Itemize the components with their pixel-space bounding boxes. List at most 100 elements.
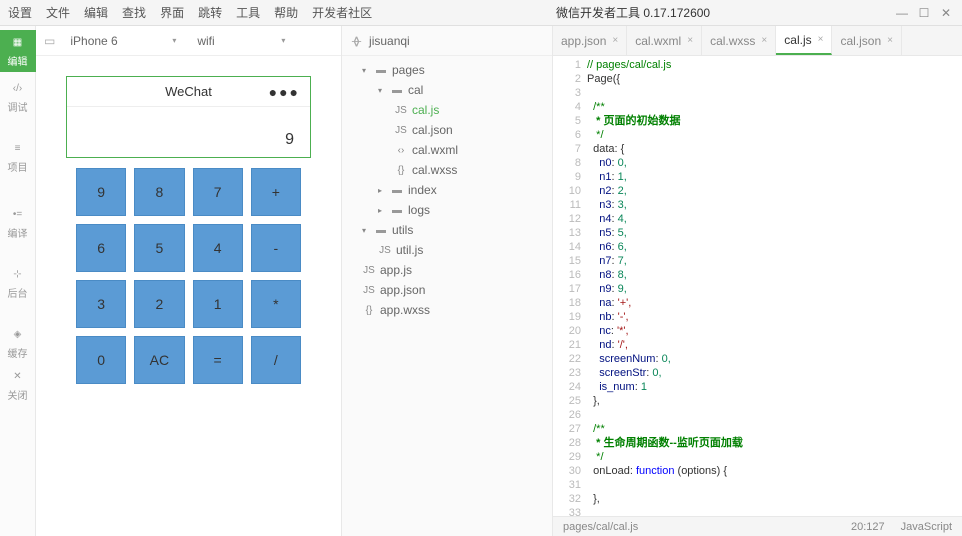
maximize-button[interactable]: ☐ [916, 5, 932, 21]
tree-item-pages[interactable]: ▾▬pages [342, 60, 552, 80]
calc-btn-+[interactable]: + [251, 168, 301, 216]
sidebar-btn-项目[interactable]: ≡项目 [0, 136, 36, 178]
window-controls: — ☐ ✕ [894, 5, 954, 21]
tree-item-cal.wxss[interactable]: {} cal.wxss [342, 160, 552, 180]
calc-btn-3[interactable]: 3 [76, 280, 126, 328]
editor-tab-app.json[interactable]: app.json × [553, 26, 627, 55]
close-icon[interactable]: × [687, 35, 693, 46]
tree-arrow-icon: ▸ [378, 206, 386, 215]
calc-btn-AC[interactable]: AC [134, 336, 184, 384]
editor-tab-cal.js[interactable]: cal.js× [776, 26, 832, 55]
tree-header: ᚖ jisuanqi [342, 26, 552, 56]
tree-item-cal.js[interactable]: JScal.js [342, 100, 552, 120]
tree-label: utils [392, 223, 413, 237]
tree-arrow-icon: ▾ [362, 66, 370, 75]
calc-btn-5[interactable]: 5 [134, 224, 184, 272]
menu-item[interactable]: 编辑 [84, 4, 108, 21]
close-icon[interactable]: × [761, 35, 767, 46]
tree-item-utils[interactable]: ▾▬utils [342, 220, 552, 240]
menu-item[interactable]: 开发者社区 [312, 4, 372, 21]
chevron-down-icon: ▾ [281, 36, 285, 45]
sidebar-icon: •= [10, 207, 26, 223]
calc-btn-8[interactable]: 8 [134, 168, 184, 216]
tree-content: ▾▬pages▾▬calJScal.jsJScal.json‹›cal.wxml… [342, 56, 552, 536]
tree-item-app.json[interactable]: JSapp.json [342, 280, 552, 300]
tree-item-app.js[interactable]: JS app.js [342, 260, 552, 280]
file-tree-pane: ᚖ jisuanqi ▾▬pages▾▬calJScal.jsJScal.jso… [341, 26, 553, 536]
sidebar-icon: ⊹ [10, 267, 26, 283]
tree-item-cal.wxml[interactable]: ‹›cal.wxml [342, 140, 552, 160]
phone-screen: WeChat ●●● 9 [66, 76, 311, 158]
menu-item[interactable]: 界面 [160, 4, 184, 21]
tree-item-cal.json[interactable]: JScal.json [342, 120, 552, 140]
menu-item[interactable]: 帮助 [274, 4, 298, 21]
tree-item-app.wxss[interactable]: {}app.wxss [342, 300, 552, 320]
network-select[interactable]: wifi ▾ [191, 32, 291, 50]
editor-pane: app.json×cal.wxml×cal.wxss×cal.js×cal.js… [553, 26, 962, 536]
file-icon: JS [362, 265, 376, 276]
close-icon[interactable]: × [887, 35, 893, 46]
menu-dots-icon[interactable]: ●●● [269, 84, 300, 100]
tree-label: app.js [380, 263, 412, 277]
tree-arrow-icon: ▾ [378, 86, 386, 95]
close-icon[interactable]: × [818, 34, 824, 45]
branch-icon: ᚖ [352, 34, 361, 48]
calc-btn-4[interactable]: 4 [193, 224, 243, 272]
editor-tab-cal.json[interactable]: cal.json × [832, 26, 902, 55]
menu-item[interactable]: 工具 [236, 4, 260, 21]
tree-label: cal.wxss [412, 163, 457, 177]
minimize-button[interactable]: — [894, 5, 910, 21]
sidebar-btn-•=[interactable]: •= 编译 [0, 202, 36, 244]
sidebar-label: 编辑 [8, 53, 28, 68]
chevron-down-icon: ▾ [172, 36, 176, 45]
tree-label: cal.wxml [412, 143, 458, 157]
sidebar-label: 编译 [8, 225, 28, 240]
menu-item[interactable]: 设置 [8, 4, 32, 21]
tab-label: cal.json [840, 34, 881, 48]
tree-label: logs [408, 203, 430, 217]
tree-label: pages [392, 63, 425, 77]
code-area[interactable]: // pages/cal/cal.jsPage({ /** * 页面的初始数据 … [587, 56, 962, 516]
close-button[interactable]: ✕ [938, 5, 954, 21]
sidebar-icon: ◈ [10, 327, 26, 343]
calc-btn-1[interactable]: 1 [193, 280, 243, 328]
tab-label: app.json [561, 34, 606, 48]
status-language: JavaScript [901, 521, 952, 533]
sidebar-btn-缓存[interactable]: ◈缓存 [0, 322, 36, 364]
file-icon: {} [394, 165, 408, 176]
calc-btn-/[interactable]: / [251, 336, 301, 384]
calc-btn--[interactable]: - [251, 224, 301, 272]
sidebar-btn-后台[interactable]: ⊹ 后台 [0, 262, 36, 304]
editor-tabs: app.json×cal.wxml×cal.wxss×cal.js×cal.js… [553, 26, 962, 56]
calc-btn-7[interactable]: 7 [193, 168, 243, 216]
device-select[interactable]: iPhone 6 ▾ [63, 31, 183, 51]
menu-item[interactable]: 文件 [46, 4, 70, 21]
menu-item[interactable]: 跳转 [198, 4, 222, 21]
calc-btn-2[interactable]: 2 [134, 280, 184, 328]
tree-item-util.js[interactable]: JSutil.js [342, 240, 552, 260]
calc-btn-9[interactable]: 9 [76, 168, 126, 216]
window-title: 微信开发者工具 0.17.172600 [372, 4, 894, 21]
editor-body[interactable]: 1234567891011121314151617181920212223242… [553, 56, 962, 516]
app-header: WeChat ●●● [67, 77, 310, 107]
editor-tab-cal.wxss[interactable]: cal.wxss× [702, 26, 776, 55]
tree-item-cal[interactable]: ▾▬cal [342, 80, 552, 100]
editor-tab-cal.wxml[interactable]: cal.wxml× [627, 26, 702, 55]
tree-item-logs[interactable]: ▸▬logs [342, 200, 552, 220]
tree-label: util.js [396, 243, 423, 257]
sidebar-btn-关闭[interactable]: ✕关闭 [0, 364, 36, 406]
sidebar-btn-调试[interactable]: ‹/›调试 [0, 76, 36, 118]
tree-item-index[interactable]: ▸▬index [342, 180, 552, 200]
close-icon[interactable]: × [612, 35, 618, 46]
menu-item[interactable]: 查找 [122, 4, 146, 21]
calc-btn-*[interactable]: * [251, 280, 301, 328]
file-icon: JS [394, 125, 408, 136]
simulator-toolbar: ▭ iPhone 6 ▾ wifi ▾ [36, 26, 341, 56]
tree-arrow-icon: ▸ [378, 186, 386, 195]
phone-preview: WeChat ●●● 9 987+654- 321* 0AC=/ [36, 56, 341, 536]
calc-btn-6[interactable]: 6 [76, 224, 126, 272]
sidebar-label: 后台 [8, 285, 28, 300]
calc-btn-0[interactable]: 0 [76, 336, 126, 384]
calc-btn-=[interactable]: = [193, 336, 243, 384]
sidebar-btn-编辑[interactable]: ▦编辑 [0, 30, 36, 72]
